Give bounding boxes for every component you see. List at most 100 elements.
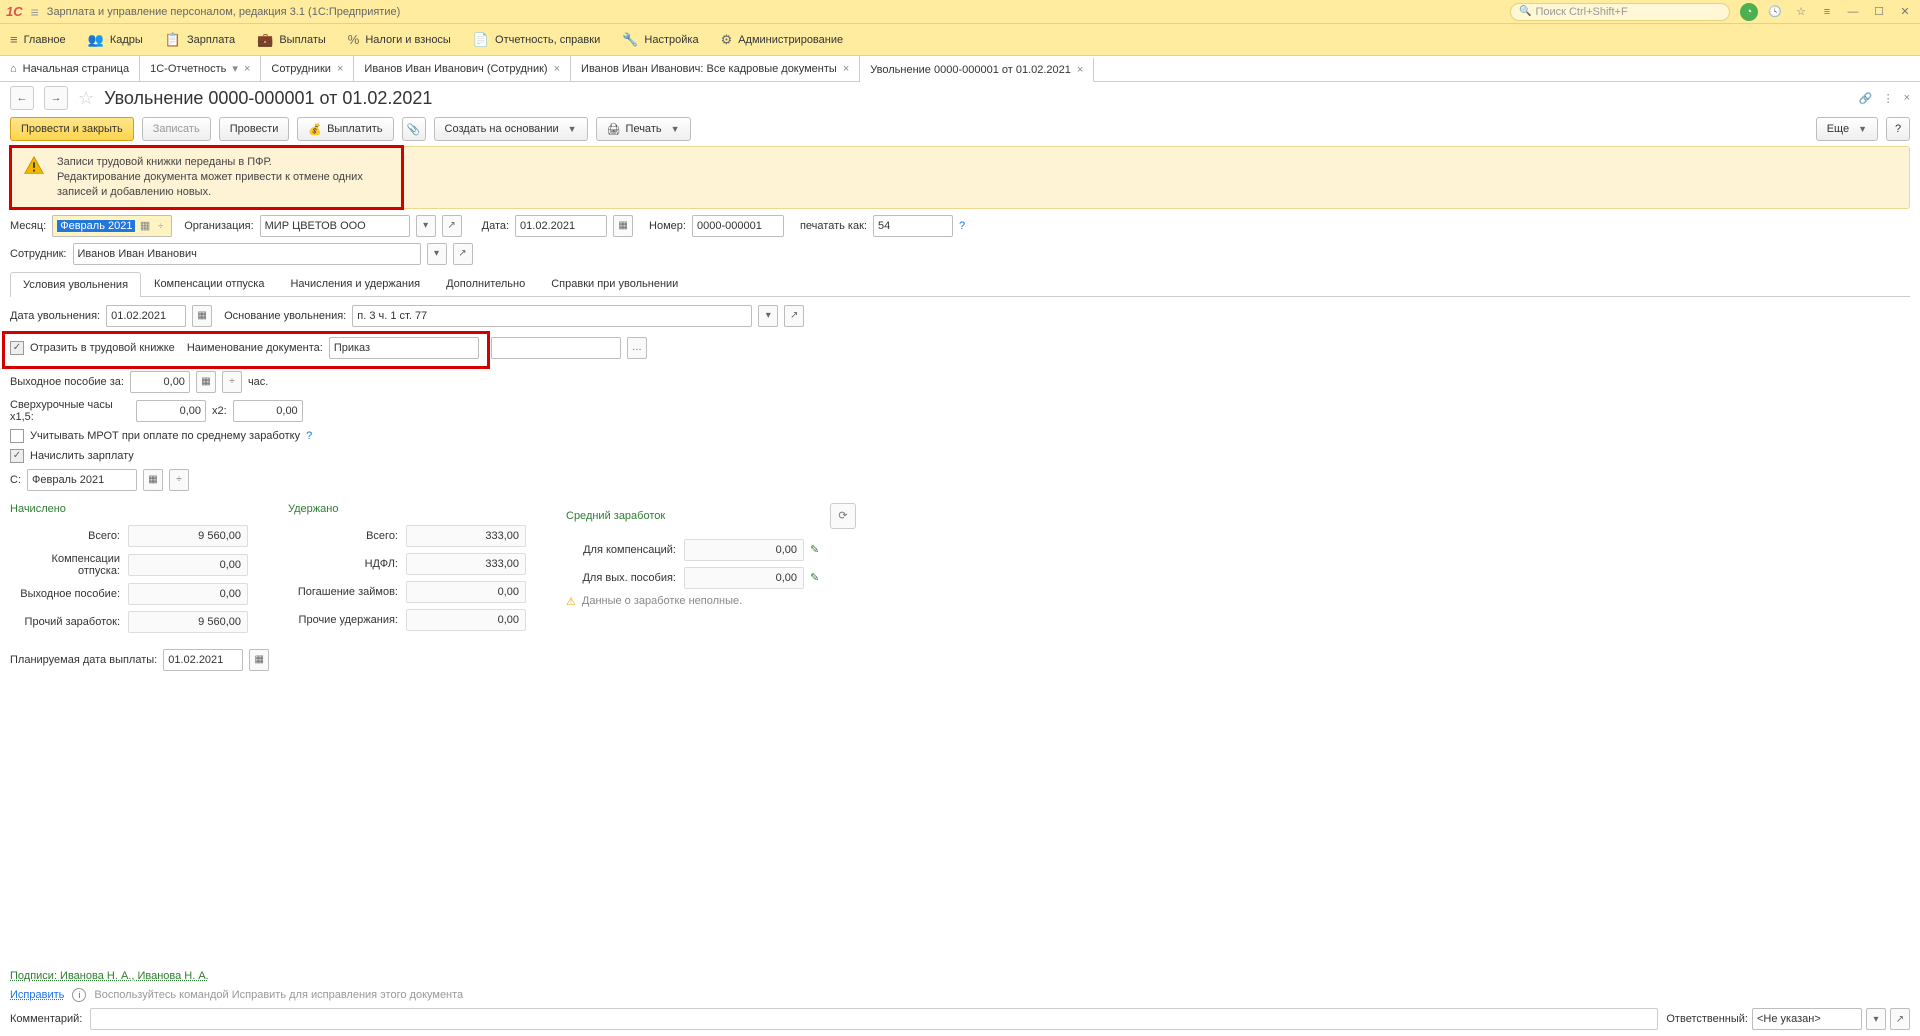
print-button[interactable]: 🖨Печать▼: [596, 117, 691, 141]
tab-close-icon[interactable]: ×: [337, 63, 343, 75]
stepper-icon[interactable]: ÷: [154, 221, 167, 231]
org-dropdown-button[interactable]: ▾: [416, 215, 436, 237]
global-search[interactable]: Поиск Ctrl+Shift+F: [1510, 3, 1730, 21]
more-button[interactable]: Еще▼: [1816, 117, 1878, 141]
attach-button[interactable]: 📎: [402, 117, 426, 141]
vyplatit-button[interactable]: 💰Выплатить: [297, 117, 393, 141]
link-icon[interactable]: 🔗: [1859, 92, 1873, 105]
tab-home[interactable]: ⌂Начальная страница: [0, 56, 140, 81]
calendar-icon[interactable]: ▦: [136, 219, 154, 232]
minimize-icon[interactable]: —: [1844, 3, 1862, 21]
nomer-input[interactable]: 0000-000001: [692, 215, 784, 237]
tab-close-icon[interactable]: ×: [843, 63, 849, 75]
help-question-icon[interactable]: ?: [306, 430, 312, 442]
vyhod-input[interactable]: 0,00: [130, 371, 190, 393]
more-vert-icon[interactable]: ⋮: [1883, 92, 1894, 105]
plan-input[interactable]: 01.02.2021: [163, 649, 243, 671]
nachisleno-vyh[interactable]: 0,00: [128, 583, 248, 605]
forward-button[interactable]: →: [44, 86, 68, 110]
nachislit-checkbox[interactable]: ✓: [10, 449, 24, 463]
notifications-icon[interactable]: ◔: [1740, 3, 1758, 21]
mrot-checkbox[interactable]: ✓: [10, 429, 24, 443]
tab-uvolnenie[interactable]: Увольнение 0000-000001 от 01.02.2021×: [860, 57, 1094, 82]
edit-icon[interactable]: ✎: [810, 543, 819, 556]
tab-kadrovye[interactable]: Иванов Иван Иванович: Все кадровые докум…: [571, 56, 860, 81]
help-button[interactable]: ?: [1886, 117, 1910, 141]
menu-vyplaty[interactable]: 💼Выплаты: [257, 32, 326, 48]
close-panel-icon[interactable]: ×: [1904, 92, 1910, 105]
menu-glavnoe[interactable]: ≡Главное: [10, 32, 66, 47]
s-input[interactable]: Февраль 2021: [27, 469, 137, 491]
pechat-kak-input[interactable]: 54: [873, 215, 953, 237]
provesti-zakryt-button[interactable]: Провести и закрыть: [10, 117, 134, 141]
help-question-icon[interactable]: ?: [959, 220, 965, 232]
sredniy-komp[interactable]: 0,00: [684, 539, 804, 561]
over15-input[interactable]: 0,00: [136, 400, 206, 422]
subtab-dopolnitelno[interactable]: Дополнительно: [433, 271, 538, 296]
zapisat-button[interactable]: Записать: [142, 117, 211, 141]
naimdoc-extra-button[interactable]: …: [627, 337, 647, 359]
sotrudnik-open-button[interactable]: ↗: [453, 243, 473, 265]
uderzhano-ndfl[interactable]: 333,00: [406, 553, 526, 575]
podpisi-link[interactable]: Подписи: Иванова Н. А., Иванова Н. А.: [10, 970, 209, 982]
nachisleno-vsego[interactable]: 9 560,00: [128, 525, 248, 547]
tab-close-icon[interactable]: ×: [1077, 64, 1083, 76]
resp-open-button[interactable]: ↗: [1890, 1008, 1910, 1030]
tab-close-icon[interactable]: ×: [244, 63, 250, 75]
sredniy-vyh[interactable]: 0,00: [684, 567, 804, 589]
org-input[interactable]: МИР ЦВЕТОВ ООО: [260, 215, 410, 237]
naimdoc-input[interactable]: Приказ: [329, 337, 479, 359]
vyhod-cal-button[interactable]: ▦: [196, 371, 216, 393]
dismiss-date-cal-button[interactable]: ▦: [192, 305, 212, 327]
org-open-button[interactable]: ↗: [442, 215, 462, 237]
close-icon[interactable]: ✕: [1896, 3, 1914, 21]
osn-dropdown-button[interactable]: ▾: [758, 305, 778, 327]
ispravit-link[interactable]: Исправить: [10, 989, 64, 1001]
s-step-button[interactable]: ÷: [169, 469, 189, 491]
menu-nastroyka[interactable]: 🔧Настройка: [622, 32, 698, 48]
osn-input[interactable]: п. 3 ч. 1 ст. 77: [352, 305, 752, 327]
osn-open-button[interactable]: ↗: [784, 305, 804, 327]
refresh-button[interactable]: ⟳: [830, 503, 856, 529]
uderzhano-vsego[interactable]: 333,00: [406, 525, 526, 547]
plan-cal-button[interactable]: ▦: [249, 649, 269, 671]
history-icon[interactable]: 🕓: [1766, 3, 1784, 21]
s-cal-button[interactable]: ▦: [143, 469, 163, 491]
uderzhano-proch[interactable]: 0,00: [406, 609, 526, 631]
create-based-on-button[interactable]: Создать на основании▼: [434, 117, 588, 141]
menu-otchetnost[interactable]: 📄Отчетность, справки: [473, 32, 600, 48]
mesyats-input[interactable]: Февраль 2021▦÷: [52, 215, 172, 237]
hamburger-icon[interactable]: ≡: [31, 4, 39, 20]
naimdoc-extra-input[interactable]: [491, 337, 621, 359]
subtab-kompensacii[interactable]: Компенсации отпуска: [141, 271, 277, 296]
resp-input[interactable]: <Не указан>: [1752, 1008, 1862, 1030]
sotrudnik-dropdown-button[interactable]: ▾: [427, 243, 447, 265]
sotrudnik-input[interactable]: Иванов Иван Иванович: [73, 243, 421, 265]
star-icon[interactable]: ☆: [78, 88, 94, 109]
date-input[interactable]: 01.02.2021: [515, 215, 607, 237]
menu-admin[interactable]: ⚙Администрирование: [721, 32, 844, 48]
vyhod-step-button[interactable]: ÷: [222, 371, 242, 393]
tab-close-icon[interactable]: ×: [554, 63, 560, 75]
edit-icon[interactable]: ✎: [810, 571, 819, 584]
uderzhano-pogz[interactable]: 0,00: [406, 581, 526, 603]
tab-sotrudnik-card[interactable]: Иванов Иван Иванович (Сотрудник)×: [354, 56, 571, 81]
favorite-icon[interactable]: ☆: [1792, 3, 1810, 21]
menu-nalogi[interactable]: %Налоги и взносы: [348, 32, 451, 47]
comment-input[interactable]: [90, 1008, 1658, 1030]
subtab-spravki[interactable]: Справки при увольнении: [538, 271, 691, 296]
menu-lines-icon[interactable]: ≡: [1818, 3, 1836, 21]
maximize-icon[interactable]: ☐: [1870, 3, 1888, 21]
nachisleno-komp[interactable]: 0,00: [128, 554, 248, 576]
nachisleno-proch[interactable]: 9 560,00: [128, 611, 248, 633]
provesti-button[interactable]: Провести: [219, 117, 290, 141]
subtab-usloviya[interactable]: Условия увольнения: [10, 272, 141, 297]
date-calendar-button[interactable]: ▦: [613, 215, 633, 237]
tab-sotrudniki[interactable]: Сотрудники×: [261, 56, 354, 81]
tab-1c-otchetnost[interactable]: 1С-Отчетность▾×: [140, 56, 261, 81]
subtab-nachisleniya[interactable]: Начисления и удержания: [277, 271, 433, 296]
menu-kadry[interactable]: 👥Кадры: [88, 32, 143, 48]
dismiss-date-input[interactable]: 01.02.2021: [106, 305, 186, 327]
back-button[interactable]: ←: [10, 86, 34, 110]
over2-input[interactable]: 0,00: [233, 400, 303, 422]
